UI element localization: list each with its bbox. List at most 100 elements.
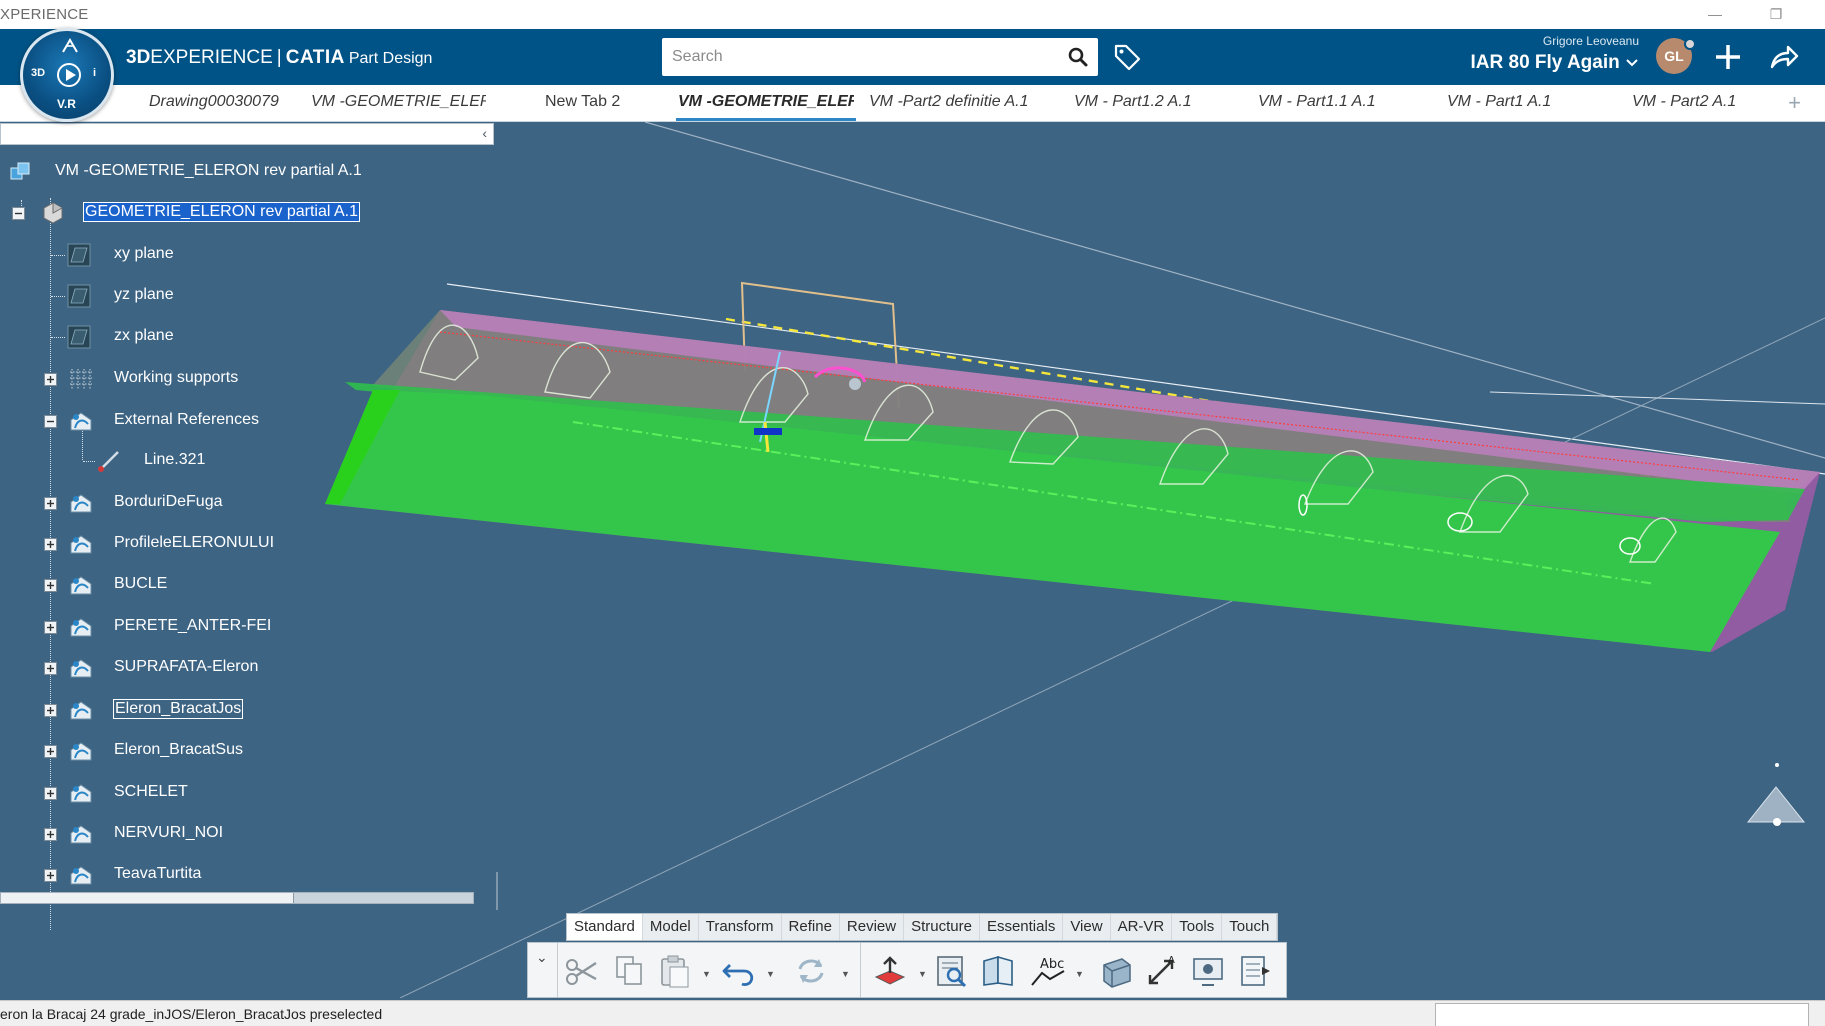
scrollbar-thumb[interactable] — [1, 893, 294, 903]
tree-item-working-supports[interactable]: Working supports — [0, 364, 320, 394]
tree-item-perete-anter-fei[interactable]: PERETE_ANTER-FEI — [0, 612, 340, 642]
cut-button[interactable] — [560, 951, 602, 991]
tab-part1[interactable]: VM - Part1 A.1 — [1447, 93, 1587, 111]
geometrical-set-icon — [70, 825, 92, 844]
expand-icon[interactable] — [44, 787, 57, 800]
play-icon — [57, 63, 81, 87]
tab-model[interactable]: Model — [643, 914, 699, 940]
brand-app-name: Part Design — [348, 50, 433, 67]
tree-collapse-bar[interactable]: ‹ — [0, 123, 494, 145]
tree-item-nervuri-noi[interactable]: NERVURI_NOI — [0, 819, 340, 849]
expand-icon[interactable] — [44, 373, 57, 386]
add-tab-button[interactable]: + — [1788, 90, 1801, 116]
paste-icon — [661, 955, 689, 988]
tree-item-profilele-eleronului[interactable]: ProfileleELERONULUI — [0, 529, 340, 559]
tree-item-borduri-de-fuga[interactable]: BorduriDeFuga — [0, 488, 340, 518]
cut-icon — [566, 959, 597, 985]
annotation-dropdown-icon[interactable]: ▼ — [1075, 969, 1084, 979]
tab-part2-definitie[interactable]: VM -Part2 definitie A.1 — [869, 93, 1044, 111]
tree-item-zx-plane[interactable]: zx plane — [0, 322, 300, 352]
tree-root-node[interactable]: VM -GEOMETRIE_ELERON rev partial A.1 — [8, 157, 408, 187]
publish-dropdown-icon[interactable]: ▼ — [918, 969, 927, 979]
tree-item-external-references[interactable]: External References — [0, 406, 320, 436]
chevron-down-icon — [1626, 59, 1638, 67]
minimize-button[interactable]: — — [1705, 4, 1725, 24]
tree-item-teava-turtita[interactable]: TeavaTurtita — [0, 860, 340, 890]
tree-item-yz-plane[interactable]: yz plane — [0, 281, 300, 311]
tab-tools[interactable]: Tools — [1172, 914, 1223, 940]
annotation-button[interactable]: Abc — [1028, 951, 1070, 991]
collapse-icon[interactable] — [12, 207, 25, 220]
plus-icon[interactable] — [1712, 41, 1744, 73]
tree-item-suprafata-eleron[interactable]: SUPRAFATA-Eleron — [0, 653, 340, 683]
geometrical-set-icon — [70, 659, 92, 678]
tab-transform[interactable]: Transform — [699, 914, 782, 940]
undo-icon — [722, 964, 754, 986]
tree-item-eleron-bracat-jos[interactable]: Eleron_BracatJos — [0, 695, 340, 725]
collab-space-selector[interactable]: IAR 80 Fly Again — [1471, 52, 1640, 74]
update-dropdown-icon[interactable]: ▼ — [841, 969, 850, 979]
document-tabs-bar: Drawing00030079 VM -GEOMETRIE_ELERC New … — [0, 85, 1825, 122]
tree-horizontal-scrollbar[interactable] — [0, 892, 474, 904]
tab-touch[interactable]: Touch — [1222, 914, 1278, 940]
tab-essentials[interactable]: Essentials — [980, 914, 1064, 940]
tree-item-line-321[interactable]: Line.321 — [0, 446, 320, 476]
axis-triad-icon[interactable] — [1746, 763, 1806, 826]
tab-part1-1[interactable]: VM - Part1.1 A.1 — [1258, 93, 1408, 111]
expand-icon[interactable] — [44, 828, 57, 841]
tree-item-label: Eleron_BracatJos — [112, 699, 244, 719]
measure-button[interactable]: A — [1142, 951, 1184, 991]
chevron-left-icon[interactable]: ‹ — [482, 125, 487, 141]
paste-dropdown-icon[interactable]: ▼ — [702, 969, 711, 979]
tree-item-bucle[interactable]: BUCLE — [0, 570, 340, 600]
tab-view[interactable]: View — [1063, 914, 1111, 940]
expand-icon[interactable] — [44, 745, 57, 758]
tab-structure[interactable]: Structure — [904, 914, 980, 940]
tab-geometrie-eleron-active[interactable]: VM -GEOMETRIE_ELER — [678, 93, 854, 111]
paste-button[interactable] — [654, 951, 696, 991]
expand-icon[interactable] — [44, 662, 57, 675]
power-input-field[interactable] — [1435, 1003, 1809, 1026]
undo-button[interactable] — [718, 951, 760, 991]
undo-dropdown-icon[interactable]: ▼ — [766, 969, 775, 979]
tree-item-eleron-bracat-sus[interactable]: Eleron_BracatSus — [0, 736, 340, 766]
tab-new-tab-2[interactable]: New Tab 2 — [545, 93, 645, 111]
expand-icon[interactable] — [44, 538, 57, 551]
tag-icon[interactable] — [1112, 42, 1142, 72]
tree-item-xy-plane[interactable]: xy plane — [0, 240, 300, 270]
avatar[interactable]: GL — [1656, 38, 1696, 74]
expand-icon[interactable] — [44, 579, 57, 592]
tab-ar-vr[interactable]: AR-VR — [1111, 914, 1173, 940]
tab-geometrie-eleron-1[interactable]: VM -GEOMETRIE_ELERC — [311, 93, 486, 111]
tab-drawing[interactable]: Drawing00030079 — [149, 93, 289, 111]
collapse-icon[interactable] — [44, 415, 57, 428]
search-input[interactable] — [662, 38, 1042, 76]
tree-part-node[interactable]: GEOMETRIE_ELERON rev partial A.1 — [12, 198, 412, 228]
book-button[interactable] — [978, 951, 1020, 991]
grid-icon — [70, 369, 92, 389]
search-in-model-button[interactable] — [932, 951, 974, 991]
expand-icon[interactable] — [44, 704, 57, 717]
tab-part1-2[interactable]: VM - Part1.2 A.1 — [1074, 93, 1224, 111]
panel-splitter[interactable] — [496, 872, 498, 910]
tab-standard[interactable]: Standard — [567, 914, 643, 940]
expand-icon[interactable] — [44, 869, 57, 882]
expand-icon[interactable] — [44, 497, 57, 510]
tab-part2[interactable]: VM - Part2 A.1 — [1632, 93, 1777, 111]
export-button[interactable] — [1234, 951, 1276, 991]
capture-button[interactable] — [1188, 951, 1230, 991]
compass-widget[interactable]: 3D i V.R — [20, 28, 114, 122]
update-button[interactable] — [790, 951, 832, 991]
publish-button[interactable] — [870, 951, 912, 991]
expand-icon[interactable] — [44, 621, 57, 634]
tree-item-schelet[interactable]: SCHELET — [0, 778, 340, 808]
view-button[interactable] — [1096, 951, 1138, 991]
tab-refine[interactable]: Refine — [782, 914, 840, 940]
copy-button[interactable] — [608, 951, 650, 991]
tab-review[interactable]: Review — [840, 914, 905, 940]
restore-button[interactable]: ❐ — [1766, 4, 1786, 24]
app-brand: 3DEXPERIENCE | CATIA Part Design — [126, 47, 432, 69]
share-icon[interactable] — [1768, 41, 1800, 73]
action-bar-collapse-button[interactable]: ⌄ — [536, 949, 548, 966]
search-icon[interactable] — [1068, 47, 1088, 67]
